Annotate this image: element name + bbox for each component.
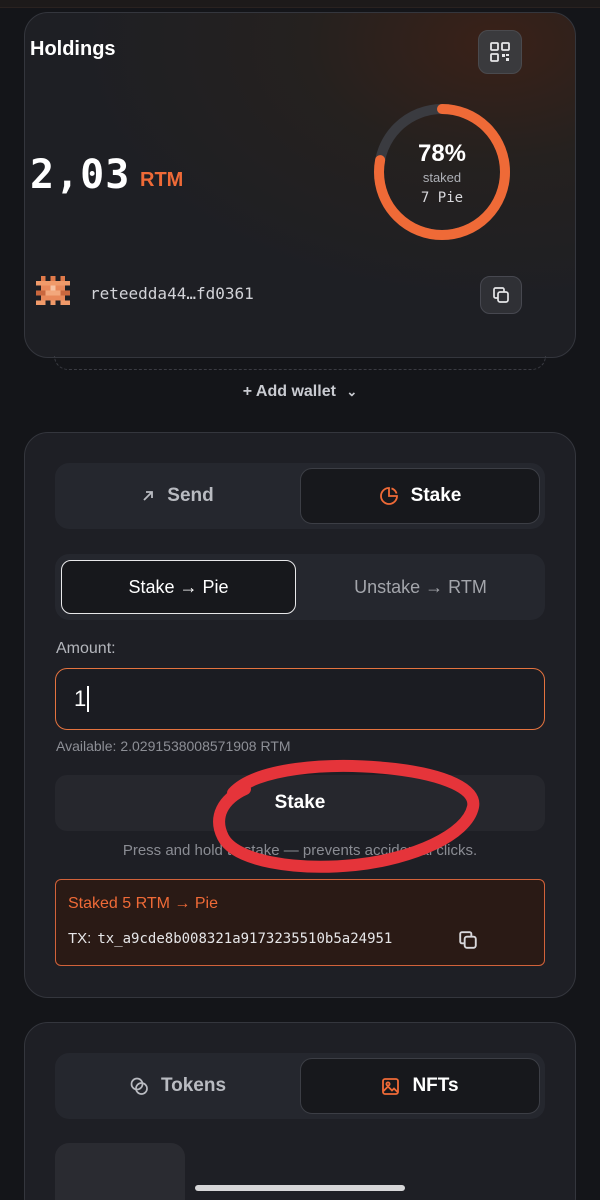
add-wallet-label: + Add wallet [242, 383, 336, 400]
balance-unit: RTM [140, 169, 184, 191]
holdings-title: Holdings [30, 38, 116, 60]
coins-icon [130, 1077, 148, 1095]
tab-tokens[interactable]: Tokens [59, 1057, 296, 1115]
home-indicator[interactable] [195, 1185, 405, 1191]
amount-value: 1 [74, 686, 87, 711]
tab-unstake-to-rtm[interactable]: Unstake → RTM [302, 560, 539, 614]
tab-stake[interactable]: Stake [300, 468, 540, 524]
amount-input[interactable]: 1 [55, 668, 545, 730]
wallet-avatar [36, 276, 70, 306]
stacked-wallet-edge [54, 356, 546, 370]
tab-stake-to-pie-label: Stake → Pie [128, 576, 229, 597]
qr-code-button[interactable] [478, 30, 522, 74]
balance-amount: 2,03 [30, 152, 131, 198]
nft-thumbnail[interactable] [55, 1143, 185, 1200]
staked-percent: 78% [417, 140, 467, 167]
notice-title: Staked 5 RTM → Pie [68, 895, 218, 912]
text-cursor [87, 686, 90, 712]
copy-tx-icon[interactable] [458, 930, 478, 950]
tab-send[interactable]: Send [59, 467, 296, 525]
pie-chart-icon [379, 487, 398, 505]
tab-stake-to-pie[interactable]: Stake → Pie [61, 560, 296, 614]
pie-amount: 7 Pie [420, 190, 464, 206]
tab-stake-label: Stake [410, 485, 462, 506]
wallet-address: reteedda44…fd0361 [90, 284, 254, 303]
stake-success-notice [55, 879, 545, 966]
chevron-down-icon: ⌄ [346, 384, 358, 399]
qr-code-icon [490, 42, 510, 62]
amount-label: Amount: [56, 640, 116, 657]
notice-tx: TX: tx_a9cde8b008321a9173235510b5a24951 [68, 930, 392, 947]
copy-icon [493, 287, 509, 303]
arrow-up-right-icon [143, 491, 154, 501]
add-wallet-button[interactable]: + Add wallet ⌄ [0, 383, 600, 401]
available-balance: Available: 2.0291538008571908 RTM [56, 738, 291, 754]
tx-id: tx_a9cde8b008321a9173235510b5a24951 [97, 931, 393, 947]
tab-nfts-label: NFTs [412, 1075, 459, 1096]
copy-address-button[interactable] [480, 276, 522, 314]
tab-send-label: Send [167, 485, 214, 506]
red-annotation-scribble [213, 760, 480, 873]
tab-tokens-label: Tokens [160, 1075, 227, 1096]
tab-unstake-to-rtm-label: Unstake → RTM [354, 576, 487, 597]
tx-label: TX: [68, 930, 92, 947]
image-icon [382, 1077, 400, 1095]
top-edge [0, 0, 600, 8]
staked-label: staked [422, 170, 462, 185]
tab-nfts[interactable]: NFTs [300, 1058, 540, 1114]
